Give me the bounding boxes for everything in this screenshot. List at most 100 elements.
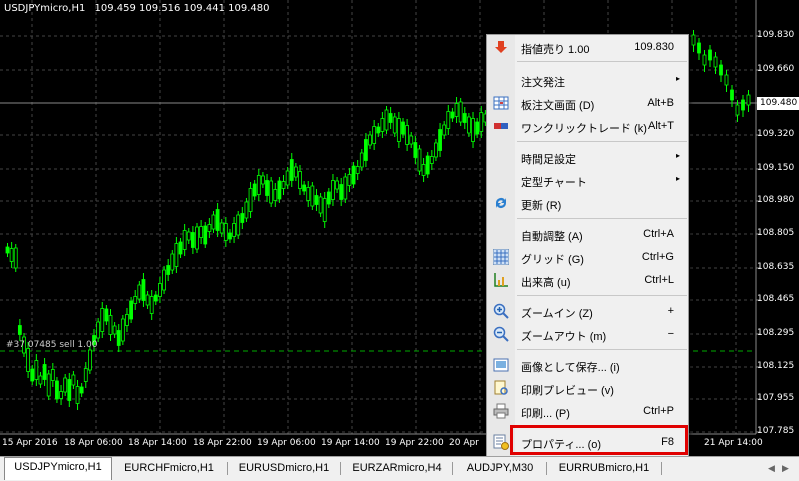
candle-body [691,34,696,46]
candle-body [30,368,35,382]
candle-body [322,198,327,222]
candle-body [479,112,484,132]
candle-body [236,214,241,236]
candle-body [190,232,195,248]
candle-body [298,171,302,189]
tab-usdjpymicro-h1[interactable]: USDJPYmicro,H1 [4,457,112,480]
candle-body [293,166,298,178]
tab-eurrubmicro-h1[interactable]: EURRUBmicro,H1 [551,459,657,478]
candle-body [26,348,30,372]
candle-body [223,223,228,241]
candle-body [9,248,14,262]
menu-item-timeframes[interactable]: 時間足設定 ▸ [487,146,688,168]
candle-body [219,222,224,234]
candle-body [442,124,447,136]
candle-body [417,148,422,172]
candle-body [450,111,455,119]
chart-ohlc: 109.459 109.516 109.441 109.480 [94,3,270,14]
candle-body [421,164,426,176]
menu-item-templates[interactable]: 定型チャート ▸ [487,169,688,191]
candle-body [178,241,183,255]
candle-body [116,330,121,346]
candle-body [285,170,290,186]
candle-body [467,116,471,134]
candle-body [207,224,212,232]
candle-body [13,247,18,269]
candle-body [384,109,389,131]
tab-eurzarmicro-h4[interactable]: EURZARmicro,H4 [345,459,449,478]
candle-body [256,175,261,195]
candle-body [87,349,92,371]
menu-item-zoom-in[interactable]: ズームイン (Z) + [487,300,688,322]
menu-item-volumes[interactable]: 出来高 (u) Ctrl+L [487,269,688,291]
tab-separator [227,462,228,475]
menu-item-print[interactable]: 印刷... (P) Ctrl+P [487,400,688,422]
tab-eurusdmicro-h1[interactable]: EURUSDmicro,H1 [232,459,336,478]
order-book-icon [493,96,509,110]
candle-body [713,56,718,68]
price-axis-label: 108.465 [757,294,795,304]
tab-separator [452,462,453,475]
candle-body [724,74,729,86]
candle-body [5,246,10,254]
one-click-icon [494,123,508,129]
properties-highlight-box [510,425,688,455]
time-axis-label: 19 Apr 06:00 [257,438,316,448]
menu-item-one-click-trade[interactable]: ワンクリックトレード (k) Alt+T [487,115,688,137]
price-axis-label: 108.635 [757,262,795,272]
candle-body [17,325,22,335]
time-axis-label: 20 Apr [449,438,479,448]
candle-body [413,142,418,158]
menu-item-grid[interactable]: グリッド (G) Ctrl+G [487,246,688,268]
candle-body [162,269,166,291]
save-image-icon [493,358,509,372]
candle-body [289,159,294,181]
candle-body [343,176,348,200]
candle-body [149,296,154,314]
price-axis-label: 108.805 [757,228,795,238]
candle-body [351,165,356,185]
candle-body [277,180,282,200]
current-price-marker: 109.480 [757,97,799,110]
menu-item-refresh[interactable]: 更新 (R) [487,192,688,214]
print-preview-icon [494,380,508,395]
candle-body [67,379,72,401]
time-axis-label: 15 Apr 2016 [2,438,58,448]
menu-item-order-book[interactable]: 板注文画面 (D) Alt+B [487,92,688,114]
candle-body [108,315,113,335]
time-axis-label: 21 Apr 14:00 [704,438,763,448]
menu-separator [517,61,687,62]
tab-scroll-right-icon[interactable]: ▶ [782,463,789,474]
candle-body [364,139,368,161]
candle-body [211,214,216,230]
candle-body [158,283,162,297]
candle-body [133,296,138,304]
candle-body [719,64,723,76]
price-axis-label: 107.785 [757,426,795,436]
candle-body [326,191,331,205]
tab-scroll-left-icon[interactable]: ◀ [768,463,775,474]
menu-item-save-as-picture[interactable]: 画像として保存... (i) [487,354,688,376]
menu-item-new-order[interactable]: 注文発注 ▸ [487,69,688,91]
properties-icon [493,434,509,450]
candle-body [446,111,451,129]
candle-body [137,284,142,300]
zoom-out-icon [493,326,509,342]
menu-item-print-preview[interactable]: 印刷プレビュー (v) [487,377,688,399]
tab-audjpy-m30[interactable]: AUDJPY,M30 [457,459,543,478]
tab-eurchfmicro-h1[interactable]: EURCHFmicro,H1 [117,459,221,478]
candle-body [380,118,385,132]
candle-body [434,142,438,158]
candle-body [401,121,405,135]
candle-body [228,232,232,240]
menu-item-auto-scroll[interactable]: 自動調整 (A) Ctrl+A [487,223,688,245]
candle-body [335,180,339,190]
menu-item-sell-limit[interactable]: 指値売り 1.00 109.830 [487,36,688,58]
candle-body [708,49,712,61]
candle-body [186,231,191,241]
candle-body [248,188,253,212]
candle-body [409,135,414,145]
price-axis-label: 108.295 [757,328,795,338]
menu-item-zoom-out[interactable]: ズームアウト (m) − [487,323,688,345]
grid-icon [493,249,509,265]
